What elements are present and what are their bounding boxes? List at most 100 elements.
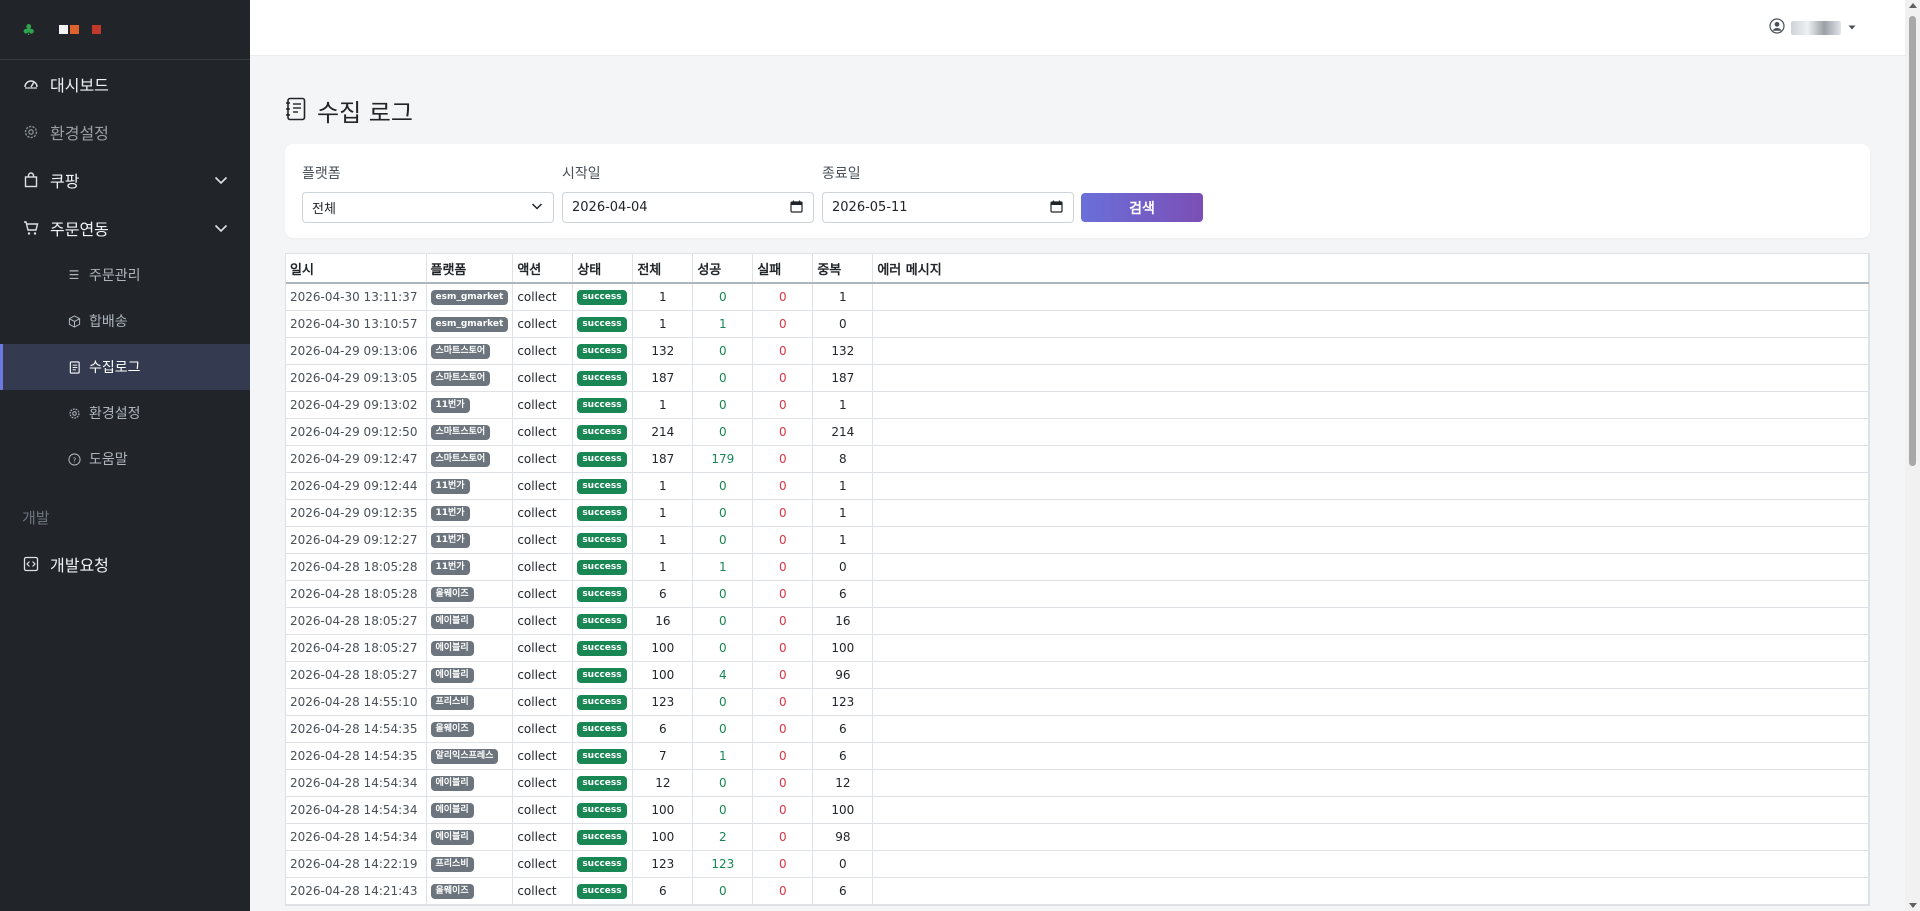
platform-badge: esm_gmarket	[430, 317, 509, 332]
platform-badge: 11번가	[430, 560, 470, 575]
sidebar-item-sub-settings[interactable]: 환경설정	[0, 390, 250, 436]
cell-error-message	[872, 580, 1869, 608]
search-button[interactable]: 검색	[1081, 193, 1203, 222]
end-date-filter: 종료일 2026-05-11	[822, 163, 1074, 223]
svg-text:?: ?	[72, 455, 76, 464]
column-header: 전체	[632, 254, 694, 284]
sidebar-item-order-sync[interactable]: 주문연동	[0, 204, 250, 252]
sidebar-item-help[interactable]: ? 도움말	[0, 436, 250, 482]
cell-status: success	[572, 580, 634, 608]
table-row: 2026-04-29 09:12:35 11번가 collect success 1 0 0…	[286, 499, 1869, 527]
cell-status: success	[572, 499, 634, 527]
cell-success: 0	[692, 715, 754, 743]
cell-success: 0	[692, 877, 754, 905]
cell-platform: 올웨이즈	[426, 877, 514, 905]
cell-total: 123	[632, 688, 694, 716]
box-icon	[67, 314, 81, 328]
cell-success: 1	[692, 310, 754, 338]
cell-action: collect	[512, 310, 574, 338]
cell-action: collect	[512, 607, 574, 635]
cell-status: success	[572, 310, 634, 338]
sidebar-item-order-management[interactable]: ☰ 주문관리	[0, 252, 250, 298]
sidebar-item-dashboard[interactable]: 대시보드	[0, 60, 250, 108]
cell-status: success	[572, 553, 634, 581]
cell-total: 100	[632, 823, 694, 851]
cell-platform: 11번가	[426, 553, 514, 581]
calendar-icon[interactable]	[1050, 200, 1063, 216]
scrollbar-thumb[interactable]	[1909, 16, 1916, 466]
cell-total: 100	[632, 796, 694, 824]
sidebar-item-collection-log[interactable]: 수집로그	[0, 344, 250, 390]
cell-duplicate: 96	[812, 661, 874, 689]
table-row: 2026-04-28 14:54:34 에이블리 collect success 100…	[286, 796, 1869, 824]
column-header: 일시	[286, 254, 427, 284]
cell-success: 1	[692, 742, 754, 770]
platform-select[interactable]: 전체	[302, 192, 554, 223]
table-row: 2026-04-28 14:54:35 알리익스프레스 collect success…	[286, 742, 1869, 770]
sidebar-item-label: 도움말	[89, 452, 128, 468]
column-header: 상태	[572, 254, 634, 284]
status-badge: success	[577, 290, 627, 306]
calendar-icon[interactable]	[790, 200, 803, 216]
cell-action: collect	[512, 769, 574, 797]
main-content: 수집 로그 플랫폼 전체 시작일 2026-04-04 종료일 2026-05-…	[285, 56, 1870, 906]
cell-platform: 에이블리	[426, 607, 514, 635]
cell-duplicate: 6	[812, 877, 874, 905]
cell-status: success	[572, 634, 634, 662]
sidebar-section-dev: 개발	[22, 508, 50, 527]
status-badge: success	[577, 884, 627, 899]
start-date-input[interactable]: 2026-04-04	[562, 192, 814, 223]
cell-duplicate: 187	[812, 364, 874, 392]
cell-total: 132	[632, 337, 694, 365]
cell-duplicate: 1	[812, 526, 874, 554]
gear-icon	[22, 123, 40, 141]
vertical-scrollbar[interactable]	[1905, 0, 1920, 911]
cell-fail: 0	[752, 445, 814, 473]
cell-fail: 0	[752, 499, 814, 527]
status-badge: success	[577, 425, 627, 440]
column-header: 액션	[512, 254, 574, 284]
scroll-down-arrow-icon[interactable]	[1909, 903, 1917, 908]
scroll-up-arrow-icon[interactable]	[1909, 3, 1917, 8]
cell-date: 2026-04-28 18:05:27	[286, 634, 427, 662]
platform-badge: 올웨이즈	[430, 884, 474, 899]
sidebar-item-label: 수집로그	[89, 360, 141, 376]
cell-success: 1	[692, 553, 754, 581]
cell-duplicate: 1	[812, 472, 874, 500]
status-badge: success	[577, 317, 627, 332]
sidebar-item-coupang[interactable]: 쿠팡	[0, 156, 250, 204]
cell-success: 0	[692, 769, 754, 797]
status-badge: success	[577, 479, 627, 494]
cell-platform: 알리익스프레스	[426, 742, 514, 770]
cell-duplicate: 1	[812, 499, 874, 527]
cell-date: 2026-04-29 09:12:35	[286, 499, 427, 527]
brand-logo[interactable]: ♣	[0, 0, 250, 60]
platform-badge: 에이블리	[430, 803, 474, 818]
sidebar-subnav: ☰ 주문관리 합배송 수집로그 환경설정 ? 도움말	[0, 252, 250, 482]
cell-status: success	[572, 283, 634, 311]
cell-success: 0	[692, 283, 754, 311]
cell-success: 0	[692, 796, 754, 824]
cell-platform: 스마트스토어	[426, 364, 514, 392]
cell-action: collect	[512, 688, 574, 716]
sidebar-item-dev-request[interactable]: 개발요청	[0, 540, 250, 588]
cell-success: 0	[692, 391, 754, 419]
user-menu[interactable]	[1769, 18, 1857, 38]
cell-error-message	[872, 526, 1869, 554]
sidebar-item-settings[interactable]: 환경설정	[0, 108, 250, 156]
platform-badge: 11번가	[430, 398, 470, 413]
sidebar-item-label: 환경설정	[89, 406, 141, 422]
status-badge: success	[577, 695, 627, 710]
cell-platform: 스마트스토어	[426, 337, 514, 365]
cell-total: 6	[632, 715, 694, 743]
platform-badge: 프리스비	[430, 695, 474, 710]
cell-date: 2026-04-28 14:22:19	[286, 850, 427, 878]
cell-success: 0	[692, 418, 754, 446]
end-date-input[interactable]: 2026-05-11	[822, 192, 1074, 223]
cell-error-message	[872, 715, 1869, 743]
table-body: 2026-04-30 13:11:37 esm_gmarket collect suc…	[286, 283, 1869, 905]
cell-status: success	[572, 877, 634, 905]
sidebar-item-combined-shipping[interactable]: 합배송	[0, 298, 250, 344]
table-row: 2026-04-28 14:54:34 에이블리 collect success 12 0…	[286, 769, 1869, 797]
cell-date: 2026-04-28 14:54:35	[286, 742, 427, 770]
